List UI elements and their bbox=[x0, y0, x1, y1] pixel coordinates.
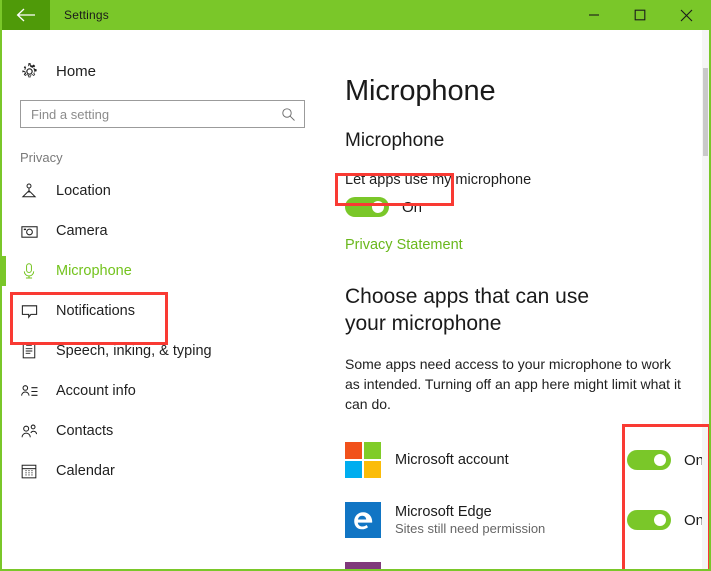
calendar-icon bbox=[20, 462, 44, 480]
sidebar-item-label: Calendar bbox=[56, 463, 115, 479]
page-title: Microphone bbox=[345, 75, 496, 107]
search-input[interactable] bbox=[21, 106, 281, 122]
close-button[interactable] bbox=[663, 0, 709, 30]
app-toggle-state: On bbox=[683, 511, 704, 529]
app-row-onenote: OneNote On bbox=[345, 550, 709, 569]
sidebar-item-speech-inking-typing[interactable]: Speech, inking, & typing bbox=[2, 331, 335, 371]
main-pane: Microphone Microphone Let apps use my mi… bbox=[335, 30, 709, 569]
app-toggle-switch[interactable] bbox=[626, 510, 671, 531]
microphone-icon bbox=[20, 262, 44, 280]
choose-apps-heading: Choose apps that can use your microphone bbox=[345, 285, 590, 335]
toggle-knob bbox=[372, 201, 384, 213]
sidebar-item-label: Account info bbox=[56, 383, 136, 399]
back-button[interactable] bbox=[2, 0, 50, 30]
sidebar-item-microphone[interactable]: Microphone bbox=[2, 251, 335, 291]
sidebar-item-camera[interactable]: Camera bbox=[2, 211, 335, 251]
app-toggle-state: On bbox=[683, 451, 704, 469]
sidebar-group-label: Privacy bbox=[20, 150, 63, 165]
app-toggle-switch[interactable] bbox=[626, 450, 671, 471]
window-title: Settings bbox=[64, 8, 109, 22]
sidebar-item-location[interactable]: Location bbox=[2, 171, 335, 211]
choose-apps-description: Some apps need access to your microphone… bbox=[345, 355, 681, 412]
sidebar-item-notifications[interactable]: Notifications bbox=[2, 291, 335, 331]
minimize-button[interactable] bbox=[571, 0, 617, 30]
master-toggle-state: On bbox=[402, 198, 423, 216]
master-toggle-switch[interactable] bbox=[345, 197, 389, 217]
sidebar-item-label: Microphone bbox=[56, 263, 132, 279]
minimize-icon bbox=[588, 9, 600, 21]
sidebar-home-label: Home bbox=[56, 62, 97, 80]
master-toggle-label: Let apps use my microphone bbox=[345, 172, 532, 188]
back-arrow-icon bbox=[16, 8, 36, 22]
toggle-knob bbox=[653, 454, 666, 467]
search-icon[interactable] bbox=[281, 107, 304, 122]
sidebar-item-home[interactable]: Home bbox=[2, 55, 335, 87]
sidebar-item-label: Location bbox=[56, 183, 111, 199]
app-toggle-row: On bbox=[626, 510, 704, 531]
settings-window: Settings Home Find a setting Privacy Loc… bbox=[0, 0, 711, 571]
sidebar: Home Privacy bbox=[2, 30, 335, 569]
main-scrollbar[interactable] bbox=[702, 30, 709, 569]
close-icon bbox=[680, 9, 693, 22]
section-title: Microphone bbox=[345, 130, 445, 151]
sidebar-item-label: Contacts bbox=[56, 423, 114, 439]
selection-indicator bbox=[2, 256, 6, 286]
maximize-button[interactable] bbox=[617, 0, 663, 30]
privacy-statement-link[interactable]: Privacy Statement bbox=[345, 237, 463, 253]
app-name: Microsoft account bbox=[395, 452, 509, 469]
location-icon bbox=[20, 182, 44, 200]
master-toggle-row: On bbox=[345, 197, 709, 217]
onenote-icon bbox=[345, 562, 381, 569]
app-row-microsoft-edge: Microsoft Edge Sites still need permissi… bbox=[345, 490, 709, 550]
search-box[interactable] bbox=[20, 100, 305, 128]
sidebar-item-label: Speech, inking, & typing bbox=[56, 343, 212, 359]
contacts-icon bbox=[20, 422, 44, 441]
window-content: Home Privacy bbox=[2, 30, 709, 569]
speech-balloon-icon bbox=[20, 302, 44, 321]
app-toggle-row: On bbox=[626, 450, 704, 471]
microsoft-logo-icon bbox=[345, 442, 381, 479]
app-text: Microsoft Edge Sites still need permissi… bbox=[395, 503, 627, 538]
title-bar-drag-area bbox=[109, 0, 571, 30]
sidebar-item-label: Camera bbox=[56, 223, 108, 239]
camera-icon bbox=[20, 222, 44, 241]
sidebar-item-contacts[interactable]: Contacts bbox=[2, 411, 335, 451]
toggle-knob bbox=[653, 514, 666, 527]
app-name: Microsoft Edge bbox=[395, 503, 492, 520]
app-text: Microsoft account bbox=[395, 451, 627, 469]
sidebar-item-label: Notifications bbox=[56, 303, 135, 319]
scrollbar-thumb[interactable] bbox=[703, 68, 708, 156]
title-bar: Settings bbox=[2, 0, 709, 30]
sidebar-nav-list: Location Camera Microphone Notifications… bbox=[2, 171, 335, 491]
microsoft-edge-icon bbox=[345, 502, 381, 539]
sidebar-item-calendar[interactable]: Calendar bbox=[2, 451, 335, 491]
app-list: Microsoft account On Microsoft Edge Site… bbox=[345, 430, 709, 569]
sidebar-item-account-info[interactable]: Account info bbox=[2, 371, 335, 411]
app-subtitle: Sites still need permission bbox=[395, 520, 546, 536]
account-list-icon bbox=[20, 382, 44, 401]
maximize-icon bbox=[634, 9, 646, 21]
app-row-microsoft-account: Microsoft account On bbox=[345, 430, 709, 490]
clipboard-icon bbox=[20, 342, 44, 360]
gear-icon bbox=[20, 62, 46, 81]
